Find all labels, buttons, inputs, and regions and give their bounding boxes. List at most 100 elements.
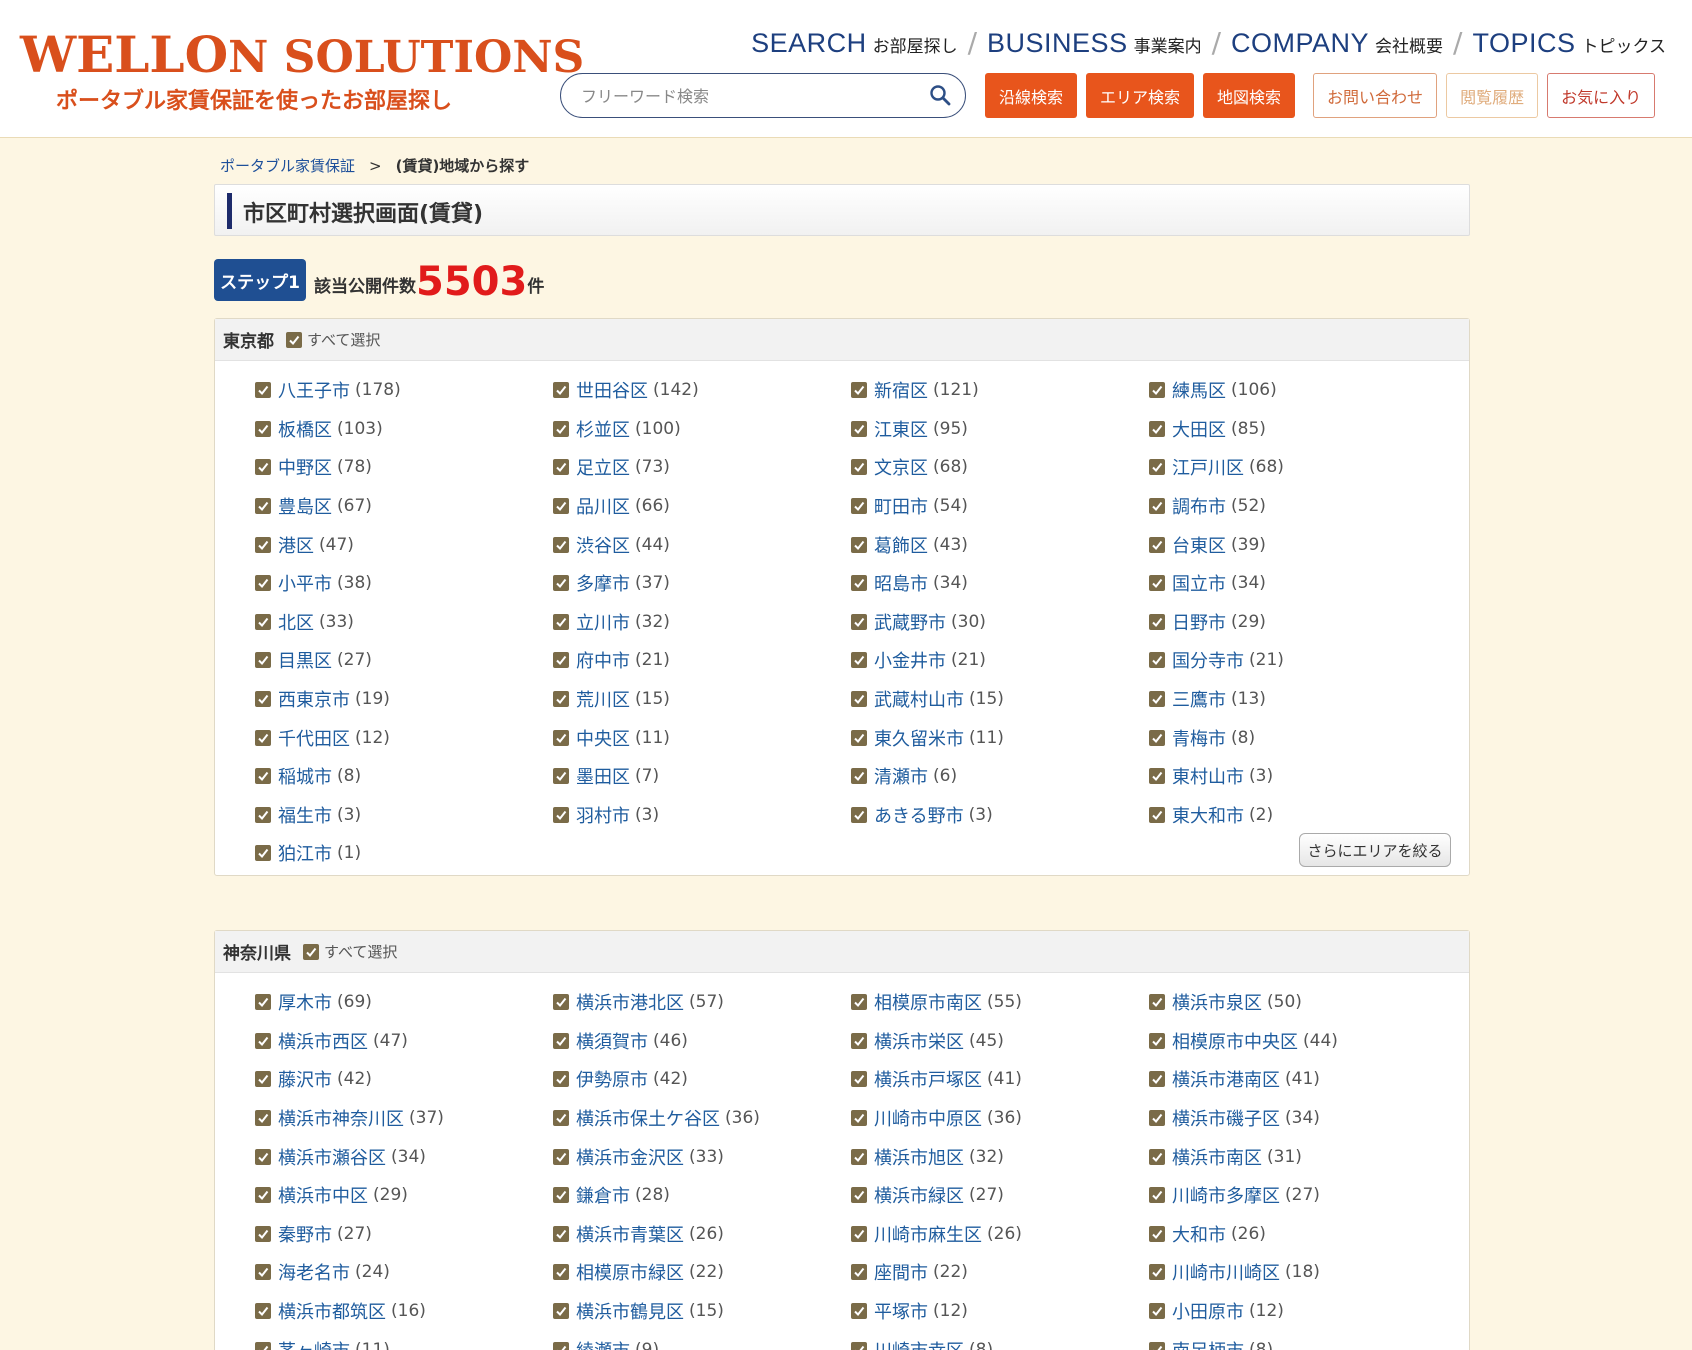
city-name-link[interactable]: 千代田区 <box>278 725 350 751</box>
checkbox-checked-icon[interactable] <box>851 1303 867 1320</box>
city-name-link[interactable]: 海老名市 <box>278 1259 350 1285</box>
city-name-link[interactable]: 横浜市瀬谷区 <box>278 1144 386 1170</box>
city-checkbox-item[interactable]: 港区 (47) <box>255 525 553 564</box>
checkbox-checked-icon[interactable] <box>1149 459 1165 476</box>
checkbox-checked-icon[interactable] <box>1149 1110 1165 1127</box>
city-checkbox-item[interactable]: 葛飾区 (43) <box>851 525 1149 564</box>
city-checkbox-item[interactable]: 武蔵野市 (30) <box>851 603 1149 642</box>
city-name-link[interactable]: 品川区 <box>576 493 630 519</box>
city-checkbox-item[interactable]: 江戸川区 (68) <box>1149 448 1447 487</box>
city-checkbox-item[interactable]: 東村山市 (3) <box>1149 757 1447 796</box>
city-name-link[interactable]: 昭島市 <box>874 570 928 596</box>
checkbox-checked-icon[interactable] <box>851 575 867 592</box>
checkbox-checked-icon[interactable] <box>255 1148 271 1165</box>
checkbox-checked-icon[interactable] <box>851 768 867 785</box>
city-checkbox-item[interactable]: 相模原市緑区 (22) <box>553 1253 851 1292</box>
city-name-link[interactable]: 目黒区 <box>278 647 332 673</box>
city-name-link[interactable]: 練馬区 <box>1172 377 1226 403</box>
city-checkbox-item[interactable]: 杉並区 (100) <box>553 410 851 449</box>
checkbox-checked-icon[interactable] <box>553 1110 569 1127</box>
city-checkbox-item[interactable]: 東大和市 (2) <box>1149 796 1447 835</box>
city-name-link[interactable]: 板橋区 <box>278 416 332 442</box>
city-checkbox-item[interactable]: 足立区 (73) <box>553 448 851 487</box>
city-name-link[interactable]: 川崎市幸区 <box>874 1337 964 1350</box>
city-name-link[interactable]: 相模原市緑区 <box>576 1259 684 1285</box>
city-name-link[interactable]: 文京区 <box>874 454 928 480</box>
city-name-link[interactable]: 川崎市多摩区 <box>1172 1182 1280 1208</box>
city-name-link[interactable]: 横浜市青葉区 <box>576 1221 684 1247</box>
city-checkbox-item[interactable]: 品川区 (66) <box>553 487 851 526</box>
breadcrumb-home-link[interactable]: ポータブル家賃保証 <box>220 155 355 176</box>
checkbox-checked-icon[interactable] <box>1149 1071 1165 1088</box>
city-name-link[interactable]: 横浜市鶴見区 <box>576 1298 684 1324</box>
city-name-link[interactable]: 川崎市中原区 <box>874 1105 982 1131</box>
city-name-link[interactable]: 西東京市 <box>278 686 350 712</box>
city-checkbox-item[interactable]: 練馬区 (106) <box>1149 371 1447 410</box>
city-checkbox-item[interactable]: 西東京市 (19) <box>255 680 553 719</box>
city-name-link[interactable]: 相模原市中央区 <box>1172 1028 1298 1054</box>
city-checkbox-item[interactable]: 鎌倉市 (28) <box>553 1176 851 1215</box>
city-checkbox-item[interactable]: 日野市 (29) <box>1149 603 1447 642</box>
checkbox-checked-icon[interactable] <box>1149 536 1165 553</box>
checkbox-checked-icon[interactable] <box>255 845 271 862</box>
city-checkbox-item[interactable]: 伊勢原市 (42) <box>553 1060 851 1099</box>
city-checkbox-item[interactable]: 横浜市港南区 (41) <box>1149 1060 1447 1099</box>
city-checkbox-item[interactable]: 南足柄市 (8) <box>1149 1330 1447 1350</box>
city-checkbox-item[interactable]: 川崎市中原区 (36) <box>851 1099 1149 1138</box>
city-name-link[interactable]: 北区 <box>278 609 314 635</box>
nav-topics[interactable]: TOPICS トピックス <box>1472 28 1666 59</box>
contact-button[interactable]: お問い合わせ <box>1313 73 1438 118</box>
checkbox-checked-icon[interactable] <box>851 1225 867 1242</box>
nav-business[interactable]: BUSINESS 事業案内 <box>987 28 1202 59</box>
city-name-link[interactable]: 福生市 <box>278 802 332 828</box>
city-checkbox-item[interactable]: 台東区 (39) <box>1149 525 1447 564</box>
city-checkbox-item[interactable]: 横浜市泉区 (50) <box>1149 983 1447 1022</box>
city-checkbox-item[interactable]: 横浜市南区 (31) <box>1149 1137 1447 1176</box>
search-input[interactable] <box>581 82 911 110</box>
checkbox-checked-icon[interactable] <box>553 768 569 785</box>
city-name-link[interactable]: 国立市 <box>1172 570 1226 596</box>
checkbox-checked-icon[interactable] <box>553 1303 569 1320</box>
city-name-link[interactable]: 狛江市 <box>278 840 332 866</box>
checkbox-checked-icon[interactable] <box>553 382 569 399</box>
checkbox-checked-icon[interactable] <box>286 331 302 348</box>
checkbox-checked-icon[interactable] <box>255 729 271 746</box>
city-checkbox-item[interactable]: 横浜市戸塚区 (41) <box>851 1060 1149 1099</box>
city-name-link[interactable]: あきる野市 <box>874 802 964 828</box>
checkbox-checked-icon[interactable] <box>255 459 271 476</box>
city-checkbox-item[interactable]: 中野区 (78) <box>255 448 553 487</box>
checkbox-checked-icon[interactable] <box>851 1264 867 1281</box>
checkbox-checked-icon[interactable] <box>553 1187 569 1204</box>
checkbox-checked-icon[interactable] <box>553 1071 569 1088</box>
checkbox-checked-icon[interactable] <box>851 994 867 1011</box>
checkbox-checked-icon[interactable] <box>1149 652 1165 669</box>
city-checkbox-item[interactable]: 調布市 (52) <box>1149 487 1447 526</box>
city-name-link[interactable]: 横浜市泉区 <box>1172 989 1262 1015</box>
checkbox-checked-icon[interactable] <box>851 498 867 515</box>
checkbox-checked-icon[interactable] <box>1149 1225 1165 1242</box>
checkbox-checked-icon[interactable] <box>553 575 569 592</box>
city-checkbox-item[interactable]: 横浜市金沢区 (33) <box>553 1137 851 1176</box>
city-name-link[interactable]: 渋谷区 <box>576 532 630 558</box>
city-name-link[interactable]: 横浜市緑区 <box>874 1182 964 1208</box>
city-name-link[interactable]: 南足柄市 <box>1172 1337 1244 1350</box>
checkbox-checked-icon[interactable] <box>851 729 867 746</box>
city-checkbox-item[interactable]: 座間市 (22) <box>851 1253 1149 1292</box>
checkbox-checked-icon[interactable] <box>255 498 271 515</box>
city-name-link[interactable]: 小金井市 <box>874 647 946 673</box>
city-checkbox-item[interactable]: 三鷹市 (13) <box>1149 680 1447 719</box>
city-name-link[interactable]: 秦野市 <box>278 1221 332 1247</box>
checkbox-checked-icon[interactable] <box>255 420 271 437</box>
city-name-link[interactable]: 港区 <box>278 532 314 558</box>
checkbox-checked-icon[interactable] <box>851 652 867 669</box>
city-name-link[interactable]: 藤沢市 <box>278 1066 332 1092</box>
checkbox-checked-icon[interactable] <box>851 1148 867 1165</box>
city-name-link[interactable]: 台東区 <box>1172 532 1226 558</box>
city-checkbox-item[interactable]: 新宿区 (121) <box>851 371 1149 410</box>
city-checkbox-item[interactable]: 目黒区 (27) <box>255 641 553 680</box>
city-checkbox-item[interactable]: 茅ヶ崎市 (11) <box>255 1330 553 1350</box>
checkbox-checked-icon[interactable] <box>553 691 569 708</box>
checkbox-checked-icon[interactable] <box>553 1225 569 1242</box>
checkbox-checked-icon[interactable] <box>553 729 569 746</box>
city-checkbox-item[interactable]: 大和市 (26) <box>1149 1215 1447 1254</box>
